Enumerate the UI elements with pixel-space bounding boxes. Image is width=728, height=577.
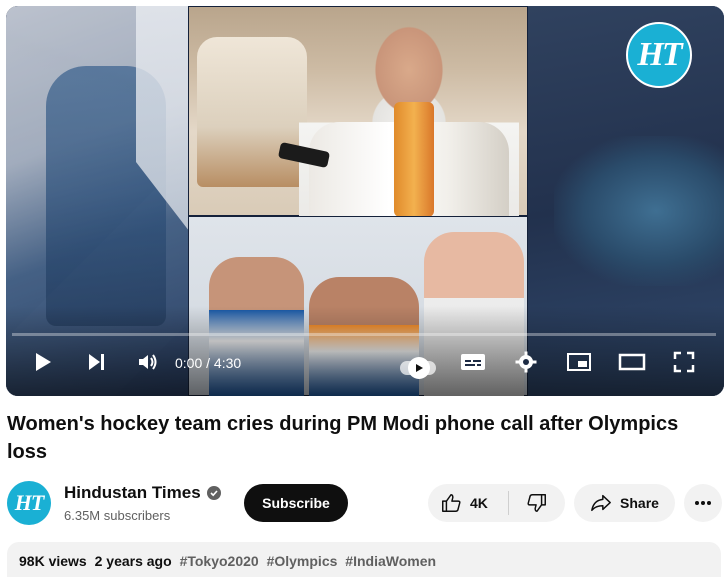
volume-icon xyxy=(139,354,157,370)
theater-button[interactable] xyxy=(618,350,646,374)
fullscreen-button[interactable] xyxy=(672,350,696,374)
like-dislike-bar: 4K xyxy=(428,484,565,522)
ht-logo: HT xyxy=(626,22,692,88)
thumbs-down-icon xyxy=(527,494,546,512)
progress-bar[interactable] xyxy=(12,333,716,336)
channel-avatar[interactable]: HT xyxy=(7,481,51,525)
volume-button[interactable] xyxy=(136,350,160,374)
next-icon xyxy=(89,354,104,370)
more-icon xyxy=(695,501,711,505)
share-button[interactable]: Share xyxy=(574,484,675,522)
share-label: Share xyxy=(620,495,659,511)
video-title: Women's hockey team cries during PM Modi… xyxy=(7,413,679,463)
hashtag-link[interactable]: #Tokyo2020 xyxy=(180,553,259,569)
miniplayer-button[interactable] xyxy=(566,350,592,374)
thumbs-up-icon xyxy=(442,494,461,512)
like-button[interactable]: 4K xyxy=(428,484,508,522)
video-player[interactable]: HT xyxy=(6,6,724,396)
more-actions-button[interactable] xyxy=(684,484,722,522)
view-count: 98K views xyxy=(19,553,87,569)
play-icon xyxy=(36,353,51,371)
controls-shade xyxy=(6,306,724,396)
verified-icon xyxy=(206,486,221,500)
fullscreen-icon xyxy=(673,351,695,373)
settings-button[interactable] xyxy=(514,350,538,374)
description-box[interactable]: 98K views 2 years ago #Tokyo2020 #Olympi… xyxy=(7,542,721,577)
theater-icon xyxy=(618,353,646,371)
settings-icon xyxy=(515,351,537,373)
captions-button[interactable] xyxy=(460,350,486,374)
dislike-button[interactable] xyxy=(509,484,565,522)
subscribe-button[interactable]: Subscribe xyxy=(244,484,348,522)
miniplayer-icon xyxy=(567,353,591,371)
speaker-stole xyxy=(394,102,434,217)
hashtag-link[interactable]: #Olympics xyxy=(267,553,338,569)
like-count: 4K xyxy=(470,495,488,511)
time-display: 0:00 / 4:30 xyxy=(175,355,242,371)
play-button[interactable] xyxy=(30,350,54,374)
channel-name-row[interactable]: Hindustan Times xyxy=(64,483,221,503)
autoplay-toggle-icon[interactable] xyxy=(408,357,430,379)
next-button[interactable] xyxy=(84,350,108,374)
subscriber-count: 6.35M subscribers xyxy=(64,508,171,523)
video-frame-phone-call xyxy=(188,6,528,217)
share-icon xyxy=(591,494,611,512)
captions-icon xyxy=(461,354,485,370)
channel-name[interactable]: Hindustan Times xyxy=(64,483,201,503)
upload-age: 2 years ago xyxy=(94,553,172,569)
hashtag-link[interactable]: #IndiaWomen xyxy=(345,553,436,569)
sofa xyxy=(197,37,307,187)
